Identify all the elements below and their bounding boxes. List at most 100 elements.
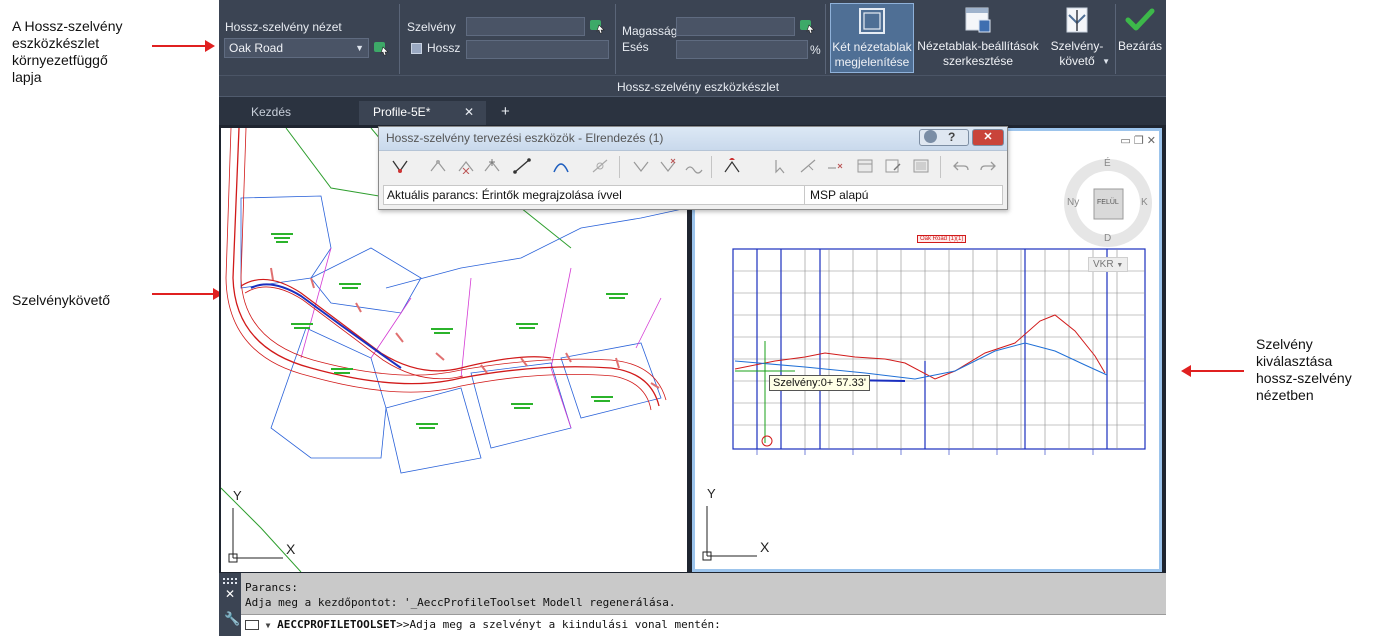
select-pvi-icon[interactable] <box>772 158 790 174</box>
delete-entity-icon[interactable] <box>659 158 677 174</box>
elevation-input[interactable] <box>676 17 795 36</box>
civil3d-window: Hossz-szelvény nézet Oak Road ▼ Szelvény… <box>219 0 1166 636</box>
move-pvi-icon[interactable] <box>483 158 501 174</box>
viewport-window-controls: ▭ ❐ ✕ <box>1120 134 1156 147</box>
close-icon[interactable]: ✕ <box>464 101 474 123</box>
new-tab-button[interactable]: + <box>492 101 518 125</box>
station-tracker-icon <box>1066 7 1088 33</box>
minimize-icon[interactable]: ▭ <box>1120 135 1130 147</box>
fixed-tangent-icon[interactable] <box>513 158 531 174</box>
document-tab-bar: Kezdés Profile-5E* ✕ + <box>219 97 1166 125</box>
station-label: Szelvény <box>407 20 456 34</box>
grade-unit: % <box>810 43 821 57</box>
annotation-arrow-select-station <box>1181 365 1244 377</box>
ucs-x-label: X <box>760 539 770 555</box>
wrench-icon[interactable]: 🔧 <box>224 611 240 627</box>
two-viewports-button[interactable]: Két nézetablak megjelenítése <box>830 3 914 73</box>
ribbon-separator <box>399 4 400 74</box>
panel-title-separator <box>219 75 1166 76</box>
profile-view-value: Oak Road <box>229 41 284 55</box>
viewcube-south[interactable]: D <box>1104 233 1111 244</box>
profile-view-select[interactable]: Oak Road ▼ <box>224 38 369 58</box>
length-checkbox[interactable] <box>411 43 422 54</box>
delete-pvi-icon[interactable] <box>457 158 475 174</box>
plus-icon: + <box>501 103 510 120</box>
wcs-menu[interactable]: VKR ▼ <box>1088 257 1129 272</box>
close-icon[interactable]: ✕ <box>225 587 235 601</box>
toolbar-status-bar: Aktuális parancs: Érintők megrajzolása í… <box>383 185 1003 205</box>
delete-subentity-icon[interactable] <box>826 158 844 174</box>
fixed-curve-icon[interactable] <box>552 158 570 174</box>
viewport-settings-button[interactable]: Nézetablak-beállítások szerkesztése <box>916 3 1040 73</box>
viewcube-north[interactable]: É <box>1104 158 1111 169</box>
grip-icon <box>223 578 237 584</box>
chevron-down-icon[interactable]: ▼ <box>266 621 271 630</box>
free-curve-icon[interactable] <box>591 158 609 174</box>
viewcube-top-face[interactable]: FELÜL <box>1097 199 1119 206</box>
viewport-settings-label-line2: szerkesztése <box>942 54 1014 68</box>
pick-station-icon[interactable] <box>589 18 605 34</box>
select-entity-icon[interactable] <box>799 158 817 174</box>
length-input[interactable] <box>466 40 609 59</box>
close-toolset-button[interactable]: Bezárás <box>1117 3 1163 73</box>
tab-drawing[interactable]: Profile-5E* ✕ <box>359 101 486 125</box>
pvi-based-icon[interactable] <box>723 158 741 174</box>
viewport-settings-label-line1: Nézetablak-beállítások <box>917 39 1039 53</box>
command-prompt-text: >>Adja meg a szelvényt a kiindulási vona… <box>396 618 721 631</box>
restore-icon[interactable]: ❐ <box>1134 135 1144 147</box>
toolbar-icon-row: ▼ ▼ ▼ ▼ <box>379 151 1007 193</box>
tab-start[interactable]: Kezdés <box>237 101 351 125</box>
redo-icon[interactable] <box>979 158 997 174</box>
toolbar-close-button[interactable]: ✕ <box>972 129 1004 146</box>
ribbon-separator <box>1115 4 1116 74</box>
profile-grid-view-icon[interactable] <box>912 158 930 174</box>
command-line: ✕ 🔧 Parancs: Adja meg a kezdőpontot: '_A… <box>219 573 1166 636</box>
grade-label: Esés <box>622 40 649 54</box>
toolbar-separator <box>940 156 941 178</box>
profile-view-title: Oak Road (1)(1) <box>917 235 967 243</box>
pick-elevation-icon[interactable] <box>799 18 815 34</box>
globe-icon[interactable] <box>924 130 937 143</box>
annotation-select-station: Szelvény kiválasztása hossz-szelvény néz… <box>1256 336 1352 403</box>
ucs-x-label: X <box>286 541 296 557</box>
panel-title: Hossz-szelvény eszközkészlet <box>617 80 780 94</box>
close-icon[interactable]: ✕ <box>1147 135 1156 147</box>
help-icon[interactable]: ? <box>948 130 955 144</box>
draw-tangents-icon[interactable] <box>391 158 409 174</box>
grade-input[interactable] <box>676 40 808 59</box>
length-label: Hossz <box>427 41 461 55</box>
two-viewports-label-line2: megjelenítése <box>834 55 910 69</box>
station-input[interactable] <box>466 17 585 36</box>
ribbon-separator <box>615 4 616 74</box>
insert-pvi-icon[interactable] <box>429 158 447 174</box>
insert-entity-icon[interactable] <box>632 158 650 174</box>
viewcube-east[interactable]: K <box>1141 197 1148 208</box>
status-divider <box>804 186 805 204</box>
subentity-editor-icon[interactable] <box>884 158 902 174</box>
profile-layout-toolbar-title[interactable]: Hossz-szelvény tervezési eszközök - Elre… <box>379 127 1007 151</box>
raise-lower-pvi-icon[interactable] <box>685 158 703 174</box>
ucs-y-label: Y <box>707 486 716 501</box>
station-tracker-label-line1: Szelvény- <box>1050 39 1104 53</box>
command-prompt-icon[interactable] <box>245 620 259 630</box>
undo-icon[interactable] <box>952 158 970 174</box>
pick-profile-view-icon[interactable] <box>373 40 389 56</box>
pvi-grid-icon[interactable] <box>856 158 874 174</box>
chevron-down-icon: ▼ <box>1102 57 1110 66</box>
command-line-grip[interactable]: ✕ 🔧 <box>219 573 241 636</box>
current-command-label: Aktuális parancs: Érintők megrajzolása í… <box>387 188 622 202</box>
chevron-down-icon: ▼ <box>355 43 364 53</box>
station-tracker-button[interactable]: Szelvény- követő ▼ <box>1042 3 1112 73</box>
ucs-y-label: Y <box>233 488 242 503</box>
toolbar-separator <box>619 156 620 178</box>
chevron-down-icon: ▼ <box>1116 262 1124 269</box>
elevation-label: Magasság <box>622 24 678 38</box>
command-input[interactable]: ▼ AECCPROFILETOOLSET>>Adja meg a szelvén… <box>241 614 1166 636</box>
checkmark-icon <box>1125 8 1155 31</box>
viewcube-west[interactable]: Ny <box>1067 197 1079 208</box>
profile-view-label: Hossz-szelvény nézet <box>225 20 342 34</box>
ribbon-separator <box>825 4 826 74</box>
annotation-arrow-contextual-tab <box>152 40 215 52</box>
annotation-arrow-station-tracker <box>152 288 223 300</box>
annotation-station-tracker: Szelvénykövető <box>12 292 111 308</box>
